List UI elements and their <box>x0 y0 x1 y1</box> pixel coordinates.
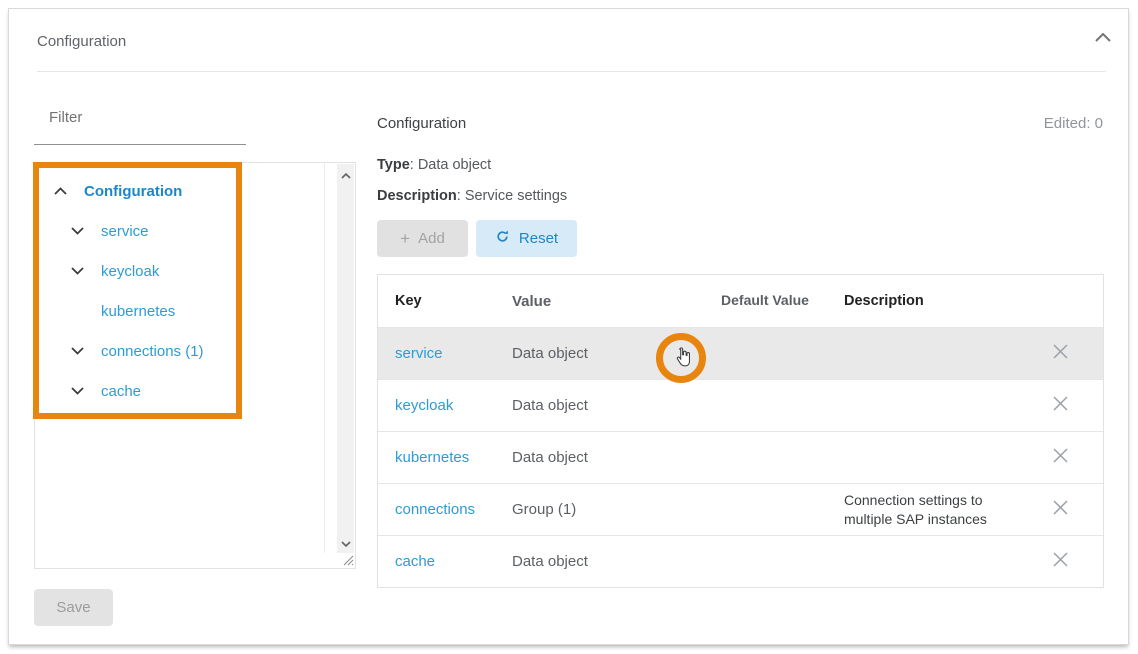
detail-title: Configuration <box>377 115 466 132</box>
row-value: Data object <box>512 397 690 414</box>
chevron-up-icon <box>1095 29 1111 47</box>
filter-input[interactable] <box>34 119 246 145</box>
tree-item[interactable]: connections (1) <box>35 331 323 371</box>
column-header-description: Description <box>840 285 1018 318</box>
table-header-row: Key Value Default Value Description <box>378 275 1103 327</box>
type-line: Type: Data object <box>377 157 491 173</box>
close-icon <box>1052 499 1069 521</box>
tree-item-label[interactable]: connections (1) <box>101 343 204 360</box>
panel-title: Configuration <box>37 33 126 50</box>
tree-panel: Configuration service keycloak <box>34 162 356 569</box>
resize-grip-icon[interactable] <box>339 552 355 567</box>
reset-button[interactable]: Reset <box>476 220 577 257</box>
table-body: service Data object keycloak Data object <box>378 327 1103 587</box>
chevron-down-icon <box>341 534 351 552</box>
configuration-panel: Configuration Filter Configuration <box>8 8 1129 645</box>
close-icon <box>1052 343 1069 365</box>
tree-item[interactable]: kubernetes <box>35 291 323 331</box>
chevron-up-icon <box>341 166 351 184</box>
tree-item-label[interactable]: Configuration <box>84 183 182 200</box>
row-description <box>840 555 1018 569</box>
row-key-link[interactable]: service <box>395 345 443 362</box>
table-row: cache Data object <box>378 535 1103 587</box>
tree-item-label[interactable]: kubernetes <box>101 303 175 320</box>
column-header-default: Default Value <box>690 292 840 310</box>
tree-item[interactable]: Configuration <box>35 171 323 211</box>
tree-scrollbar[interactable] <box>337 164 354 553</box>
table-row: keycloak Data object <box>378 379 1103 431</box>
chevron-up-icon[interactable] <box>54 182 67 200</box>
tree-item[interactable]: cache <box>35 371 323 411</box>
header-divider <box>37 71 1106 72</box>
scrollbar-down-button[interactable] <box>337 534 354 551</box>
description-line: Description: Service settings <box>377 188 567 204</box>
row-description: Connection settings to multiple SAP inst… <box>840 484 1018 534</box>
delete-row-button[interactable] <box>1050 447 1072 469</box>
row-description <box>840 451 1018 465</box>
column-header-value: Value <box>512 293 690 310</box>
chevron-down-icon[interactable] <box>71 342 84 360</box>
config-table: Key Value Default Value Description serv… <box>377 274 1104 588</box>
close-icon <box>1052 395 1069 417</box>
tree-item[interactable]: keycloak <box>35 251 323 291</box>
row-value: Data object <box>512 449 690 466</box>
type-label: Type <box>377 157 410 173</box>
chevron-down-icon[interactable] <box>71 222 84 240</box>
reset-button-label: Reset <box>519 230 558 247</box>
row-key-link[interactable]: connections <box>395 501 475 518</box>
delete-row-button[interactable] <box>1050 499 1072 521</box>
plus-icon: + <box>400 230 410 247</box>
edited-badge: Edited: 0 <box>1044 115 1103 132</box>
row-key-link[interactable]: cache <box>395 553 435 570</box>
tree-item-label[interactable]: service <box>101 223 149 240</box>
chevron-down-icon[interactable] <box>71 262 84 280</box>
table-row: connections Group (1) Connection setting… <box>378 483 1103 535</box>
close-icon <box>1052 551 1069 573</box>
row-key-link[interactable]: keycloak <box>395 397 453 414</box>
tree-item[interactable]: service <box>35 211 323 251</box>
save-button[interactable]: Save <box>34 589 113 626</box>
type-value: : Data object <box>410 157 491 173</box>
description-label: Description <box>377 188 457 204</box>
panel-collapse-button[interactable] <box>1092 29 1114 47</box>
row-value: Data object <box>512 345 690 362</box>
tree-panel-inner-border <box>324 163 325 553</box>
refresh-icon <box>495 229 510 248</box>
chevron-down-icon[interactable] <box>71 382 84 400</box>
row-value: Data object <box>512 553 690 570</box>
tree-item-label[interactable]: cache <box>101 383 141 400</box>
table-row: kubernetes Data object <box>378 431 1103 483</box>
description-value: : Service settings <box>457 188 567 204</box>
row-value: Group (1) <box>512 501 690 518</box>
row-description <box>840 399 1018 413</box>
delete-row-button[interactable] <box>1050 395 1072 417</box>
tree-item-label[interactable]: keycloak <box>101 263 159 280</box>
add-button[interactable]: + Add <box>377 220 468 257</box>
scrollbar-up-button[interactable] <box>337 166 354 183</box>
column-header-key: Key <box>395 293 512 309</box>
delete-row-button[interactable] <box>1050 551 1072 573</box>
close-icon <box>1052 447 1069 469</box>
table-row: service Data object <box>378 327 1103 379</box>
delete-row-button[interactable] <box>1050 343 1072 365</box>
add-button-label: Add <box>418 230 445 247</box>
row-key-link[interactable]: kubernetes <box>395 449 469 466</box>
row-description <box>840 347 1018 361</box>
config-tree: Configuration service keycloak <box>35 171 323 411</box>
